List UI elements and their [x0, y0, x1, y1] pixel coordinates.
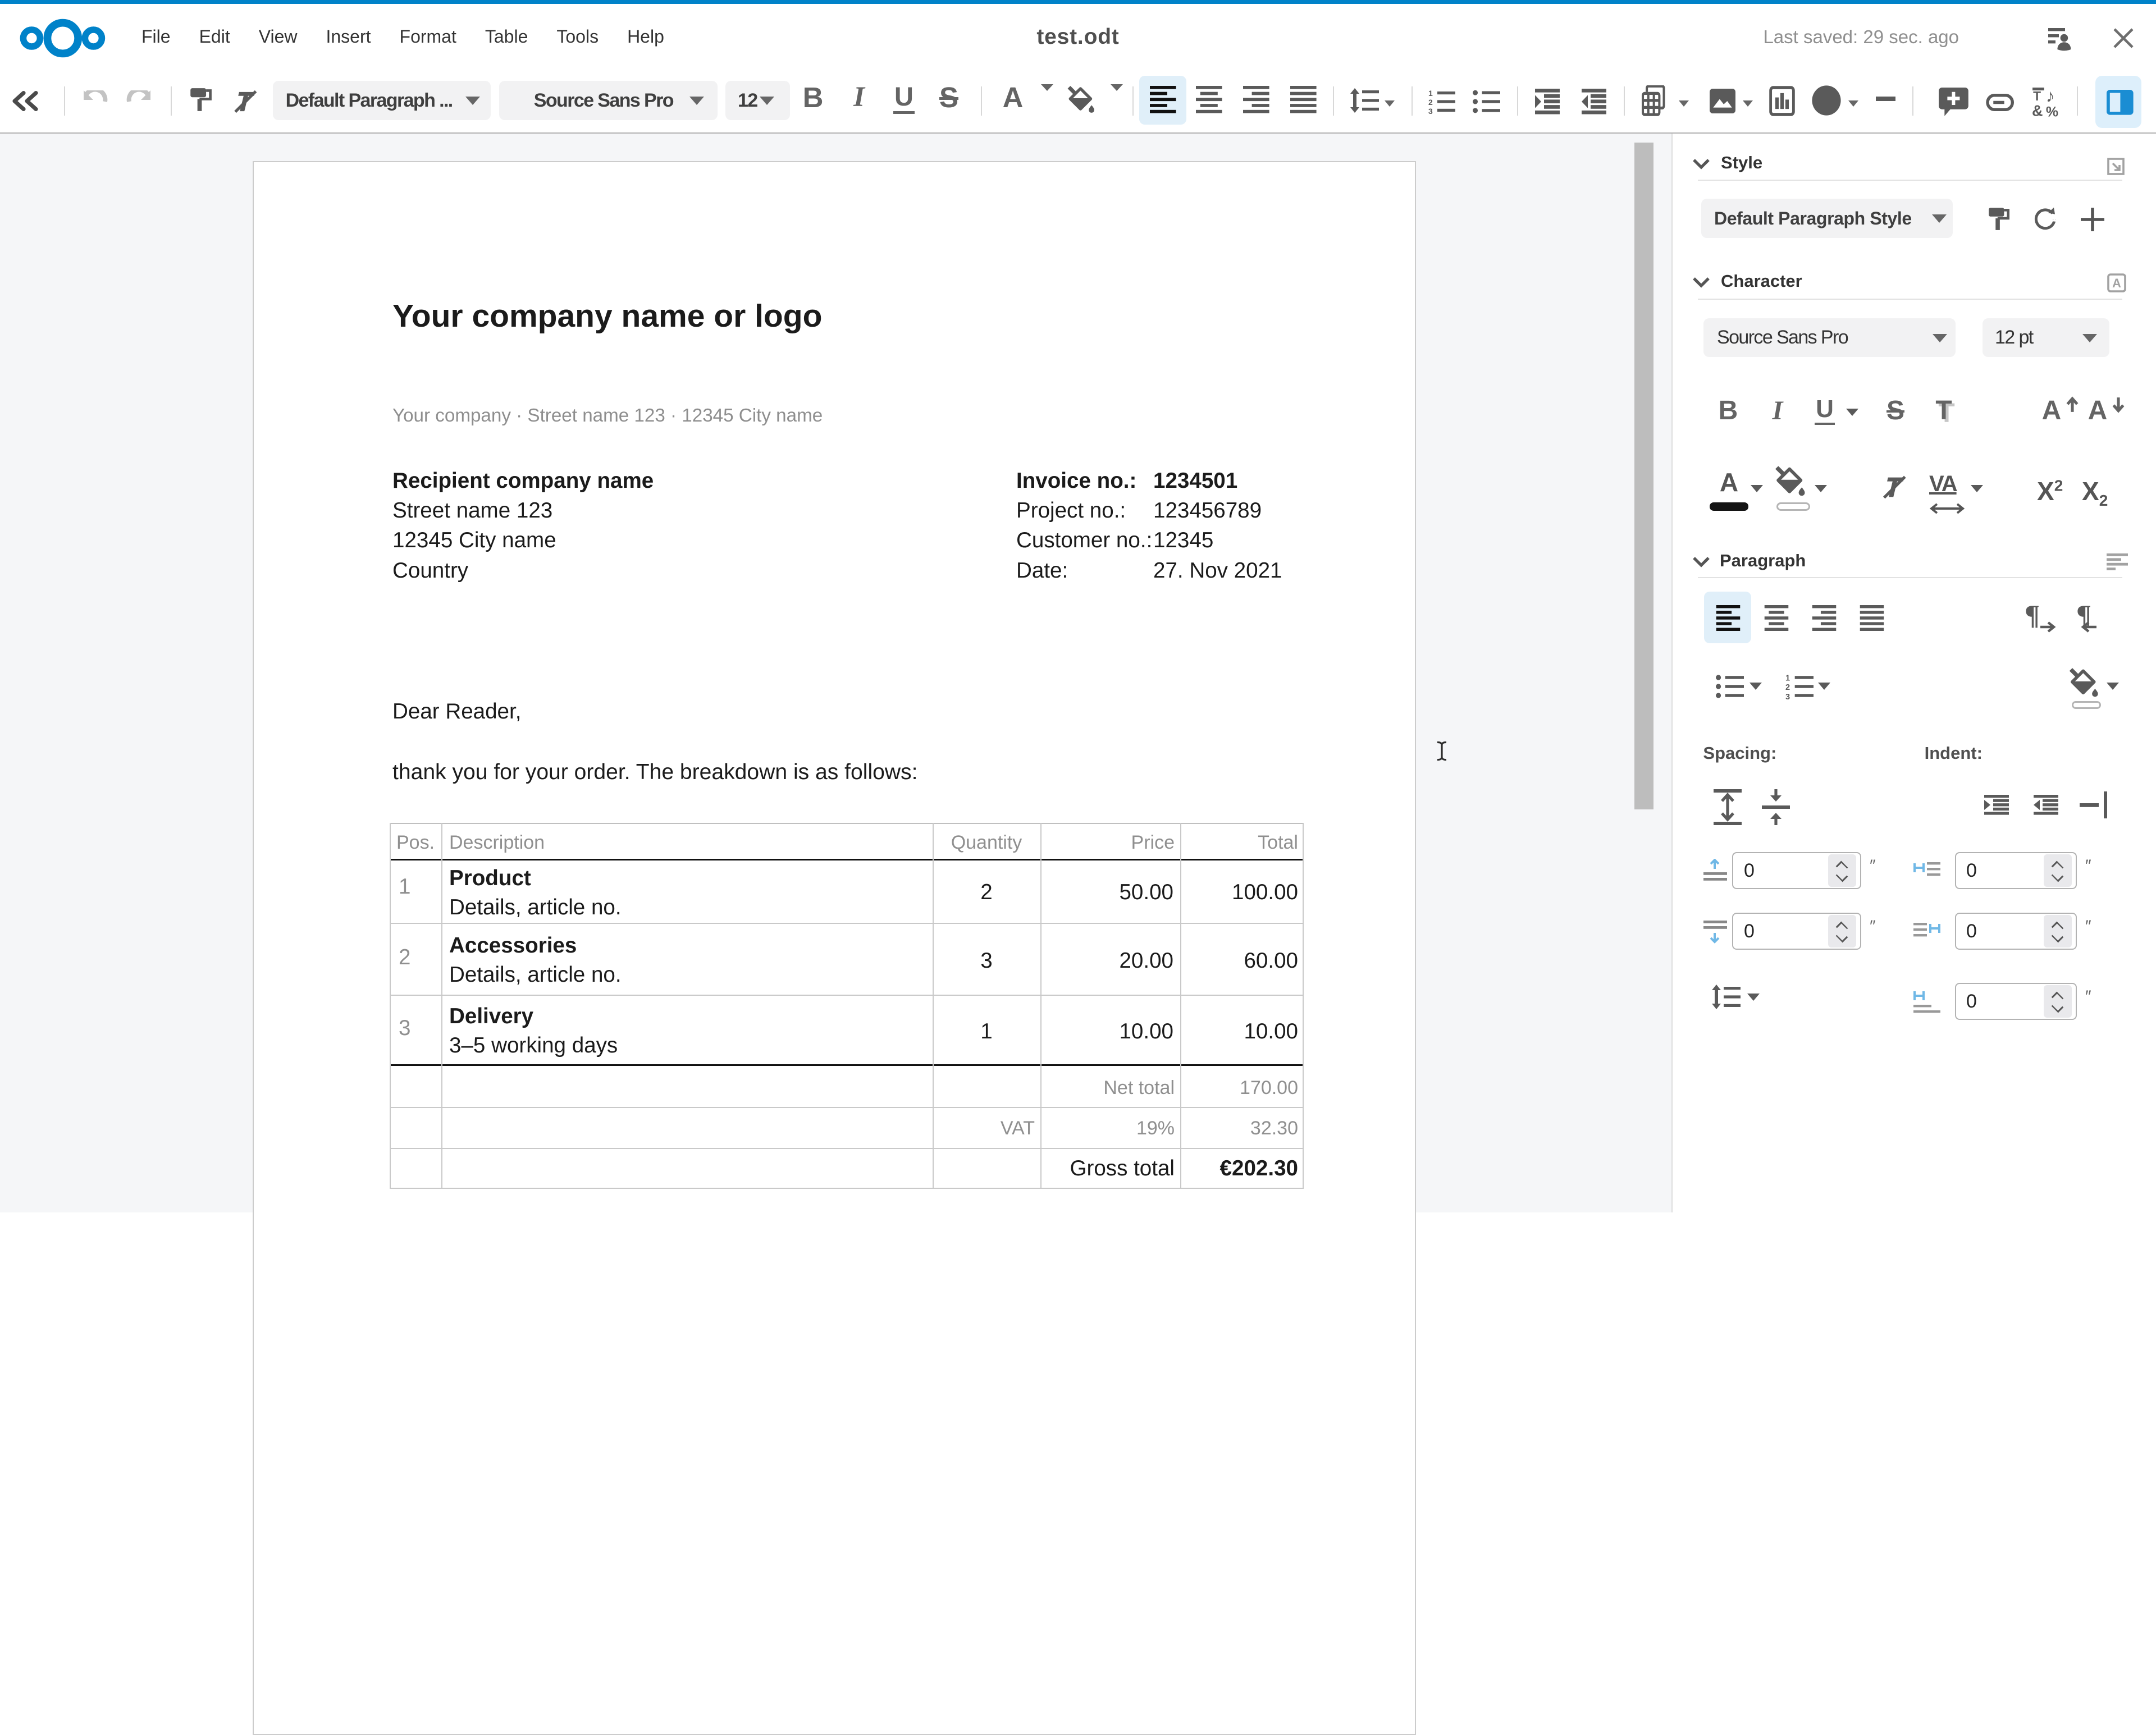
- svg-text:A: A: [2112, 276, 2121, 290]
- svg-text:2: 2: [1785, 683, 1790, 692]
- svg-text:1: 1: [1785, 674, 1790, 683]
- svg-text:3: 3: [1785, 693, 1790, 699]
